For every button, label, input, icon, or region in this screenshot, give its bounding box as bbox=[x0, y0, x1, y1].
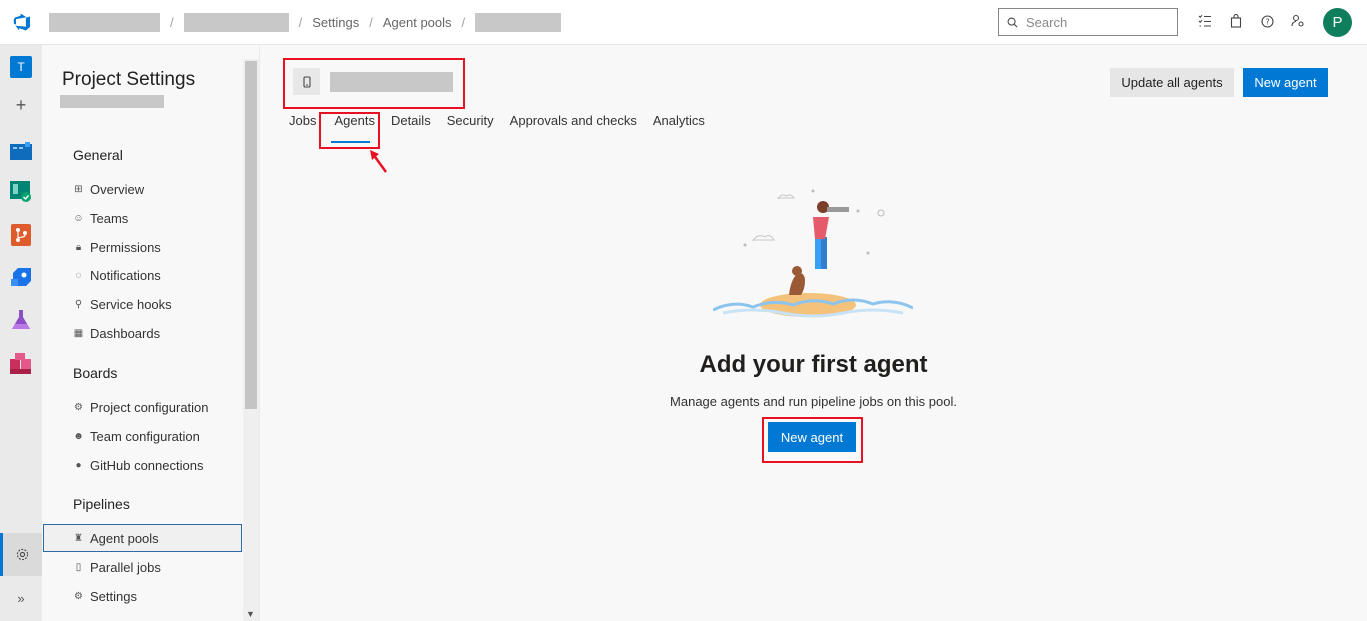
tab-jobs[interactable]: Jobs bbox=[289, 113, 316, 137]
nav-scrollbar[interactable]: ▼ bbox=[243, 59, 259, 621]
main-content: Update all agents New agent Jobs Agents … bbox=[260, 45, 1367, 621]
tab-approvals-and-checks[interactable]: Approvals and checks bbox=[510, 113, 637, 137]
left-rail: T + » bbox=[0, 45, 42, 621]
nav-item-label: GitHub connections bbox=[90, 457, 204, 473]
red-arrow-icon bbox=[370, 150, 388, 173]
overview-grid-icon: ⊞ bbox=[74, 183, 83, 195]
project-avatar[interactable]: T bbox=[10, 56, 32, 78]
shopping-bag-icon[interactable] bbox=[1227, 10, 1245, 32]
agent-pool-device-icon bbox=[293, 68, 320, 95]
nav-item-label: Teams bbox=[90, 210, 129, 226]
project-settings-nav: Project Settings General ⊞ Overview ☺ Team… bbox=[42, 45, 260, 621]
nav-item-teams[interactable]: ☺ Teams bbox=[73, 208, 128, 228]
nav-item-team-configuration[interactable]: ☻ Team configuration bbox=[73, 426, 200, 446]
add-icon[interactable]: + bbox=[9, 93, 33, 117]
avatar[interactable]: P bbox=[1323, 8, 1352, 37]
task-list-icon[interactable] bbox=[1196, 10, 1214, 32]
nav-item-agent-pools[interactable]: ♜ Agent pools bbox=[73, 528, 159, 548]
azure-devops-logo-icon[interactable] bbox=[0, 0, 44, 45]
agent-pool-icon: ♜ bbox=[74, 532, 83, 544]
breadcrumb-agent-pools[interactable]: Agent pools bbox=[383, 15, 452, 30]
artifacts-icon[interactable] bbox=[9, 352, 33, 376]
nav-item-label: Team configuration bbox=[90, 428, 200, 444]
agents-tab-highlight bbox=[319, 112, 380, 149]
scroll-down-arrow-icon[interactable]: ▼ bbox=[246, 609, 255, 619]
gear-people-icon: ⚙ bbox=[74, 401, 83, 413]
project-settings-gear-icon[interactable] bbox=[0, 533, 42, 576]
nav-item-service-hooks[interactable]: ⚲ Service hooks bbox=[73, 294, 172, 314]
nav-item-label: Agent pools bbox=[90, 530, 159, 546]
nav-title: Project Settings bbox=[62, 69, 196, 90]
team-gear-icon: ☻ bbox=[73, 430, 84, 442]
github-icon: ● bbox=[75, 459, 82, 471]
top-bar: / / Settings / Agent pools / Search ? P bbox=[0, 0, 1367, 45]
teams-icon: ☺ bbox=[73, 212, 84, 224]
empty-state-illustration bbox=[713, 189, 913, 318]
repos-icon[interactable] bbox=[9, 223, 33, 247]
empty-state-description: Manage agents and run pipeline jobs on t… bbox=[670, 394, 957, 409]
nav-item-overview[interactable]: ⊞ Overview bbox=[73, 179, 144, 199]
boards-icon[interactable] bbox=[9, 180, 33, 204]
nav-item-label: Project configuration bbox=[90, 399, 209, 415]
nav-item-parallel-jobs[interactable]: ▯ Parallel jobs bbox=[73, 557, 161, 577]
nav-item-label: Service hooks bbox=[90, 296, 172, 312]
nav-item-github-connections[interactable]: ● GitHub connections bbox=[73, 455, 203, 475]
tab-security[interactable]: Security bbox=[447, 113, 494, 137]
empty-state-title: Add your first agent bbox=[699, 351, 928, 378]
search-icon bbox=[1007, 17, 1018, 28]
svg-text:?: ? bbox=[1265, 17, 1269, 26]
breadcrumb: / / Settings / Agent pools / bbox=[44, 0, 562, 45]
nav-item-label: Settings bbox=[90, 588, 137, 604]
nav-group-general: General bbox=[73, 147, 123, 163]
nav-item-settings[interactable]: ⚙ Settings bbox=[73, 586, 137, 606]
nav-item-label: Notifications bbox=[90, 267, 161, 283]
new-agent-button[interactable]: New agent bbox=[1243, 68, 1328, 97]
dashboard-icon: ▦ bbox=[73, 327, 84, 339]
breadcrumb-settings[interactable]: Settings bbox=[312, 15, 359, 30]
pool-header-highlight bbox=[283, 58, 465, 109]
nav-group-boards: Boards bbox=[73, 365, 118, 381]
breadcrumb-pool-redacted[interactable] bbox=[475, 12, 562, 32]
top-icons: ? bbox=[1196, 10, 1307, 32]
gear-icon: ⚙ bbox=[74, 590, 83, 602]
scroll-thumb[interactable] bbox=[245, 61, 257, 409]
nav-item-label: Permissions bbox=[90, 239, 161, 255]
nav-item-label: Parallel jobs bbox=[90, 559, 161, 575]
nav-item-project-configuration[interactable]: ⚙ Project configuration bbox=[73, 397, 209, 417]
breadcrumb-organization-redacted[interactable] bbox=[49, 12, 160, 32]
tab-analytics[interactable]: Analytics bbox=[653, 113, 705, 137]
breadcrumb-project-redacted[interactable] bbox=[183, 12, 289, 32]
search-placeholder: Search bbox=[1026, 14, 1068, 30]
new-agent-cta-button[interactable]: New agent bbox=[768, 422, 856, 452]
search-input[interactable]: Search bbox=[998, 8, 1178, 36]
nav-item-permissions[interactable]: 🔒︎ Permissions bbox=[73, 237, 161, 257]
overview-icon[interactable] bbox=[9, 138, 33, 162]
tab-details[interactable]: Details bbox=[391, 113, 431, 137]
nav-item-notifications[interactable]: ◌ Notifications bbox=[73, 265, 161, 285]
pool-name-redacted bbox=[330, 72, 453, 92]
nav-item-label: Dashboards bbox=[90, 325, 161, 341]
nav-item-dashboards[interactable]: ▦ Dashboards bbox=[73, 323, 160, 343]
plug-icon: ⚲ bbox=[74, 298, 83, 310]
nav-group-pipelines: Pipelines bbox=[73, 496, 130, 512]
update-all-agents-button[interactable]: Update all agents bbox=[1110, 68, 1234, 97]
nav-item-label: Overview bbox=[90, 181, 145, 197]
parallel-jobs-icon: ▯ bbox=[75, 561, 82, 573]
help-icon[interactable]: ? bbox=[1258, 10, 1276, 32]
expand-rail-icon[interactable]: » bbox=[9, 586, 33, 610]
project-name-redacted bbox=[60, 95, 164, 108]
lock-icon: 🔒︎ bbox=[75, 241, 82, 253]
user-settings-icon[interactable] bbox=[1289, 10, 1307, 32]
chat-bubble-icon: ◌ bbox=[75, 269, 82, 281]
test-plans-icon[interactable] bbox=[9, 308, 33, 332]
pipelines-icon[interactable] bbox=[9, 266, 33, 290]
